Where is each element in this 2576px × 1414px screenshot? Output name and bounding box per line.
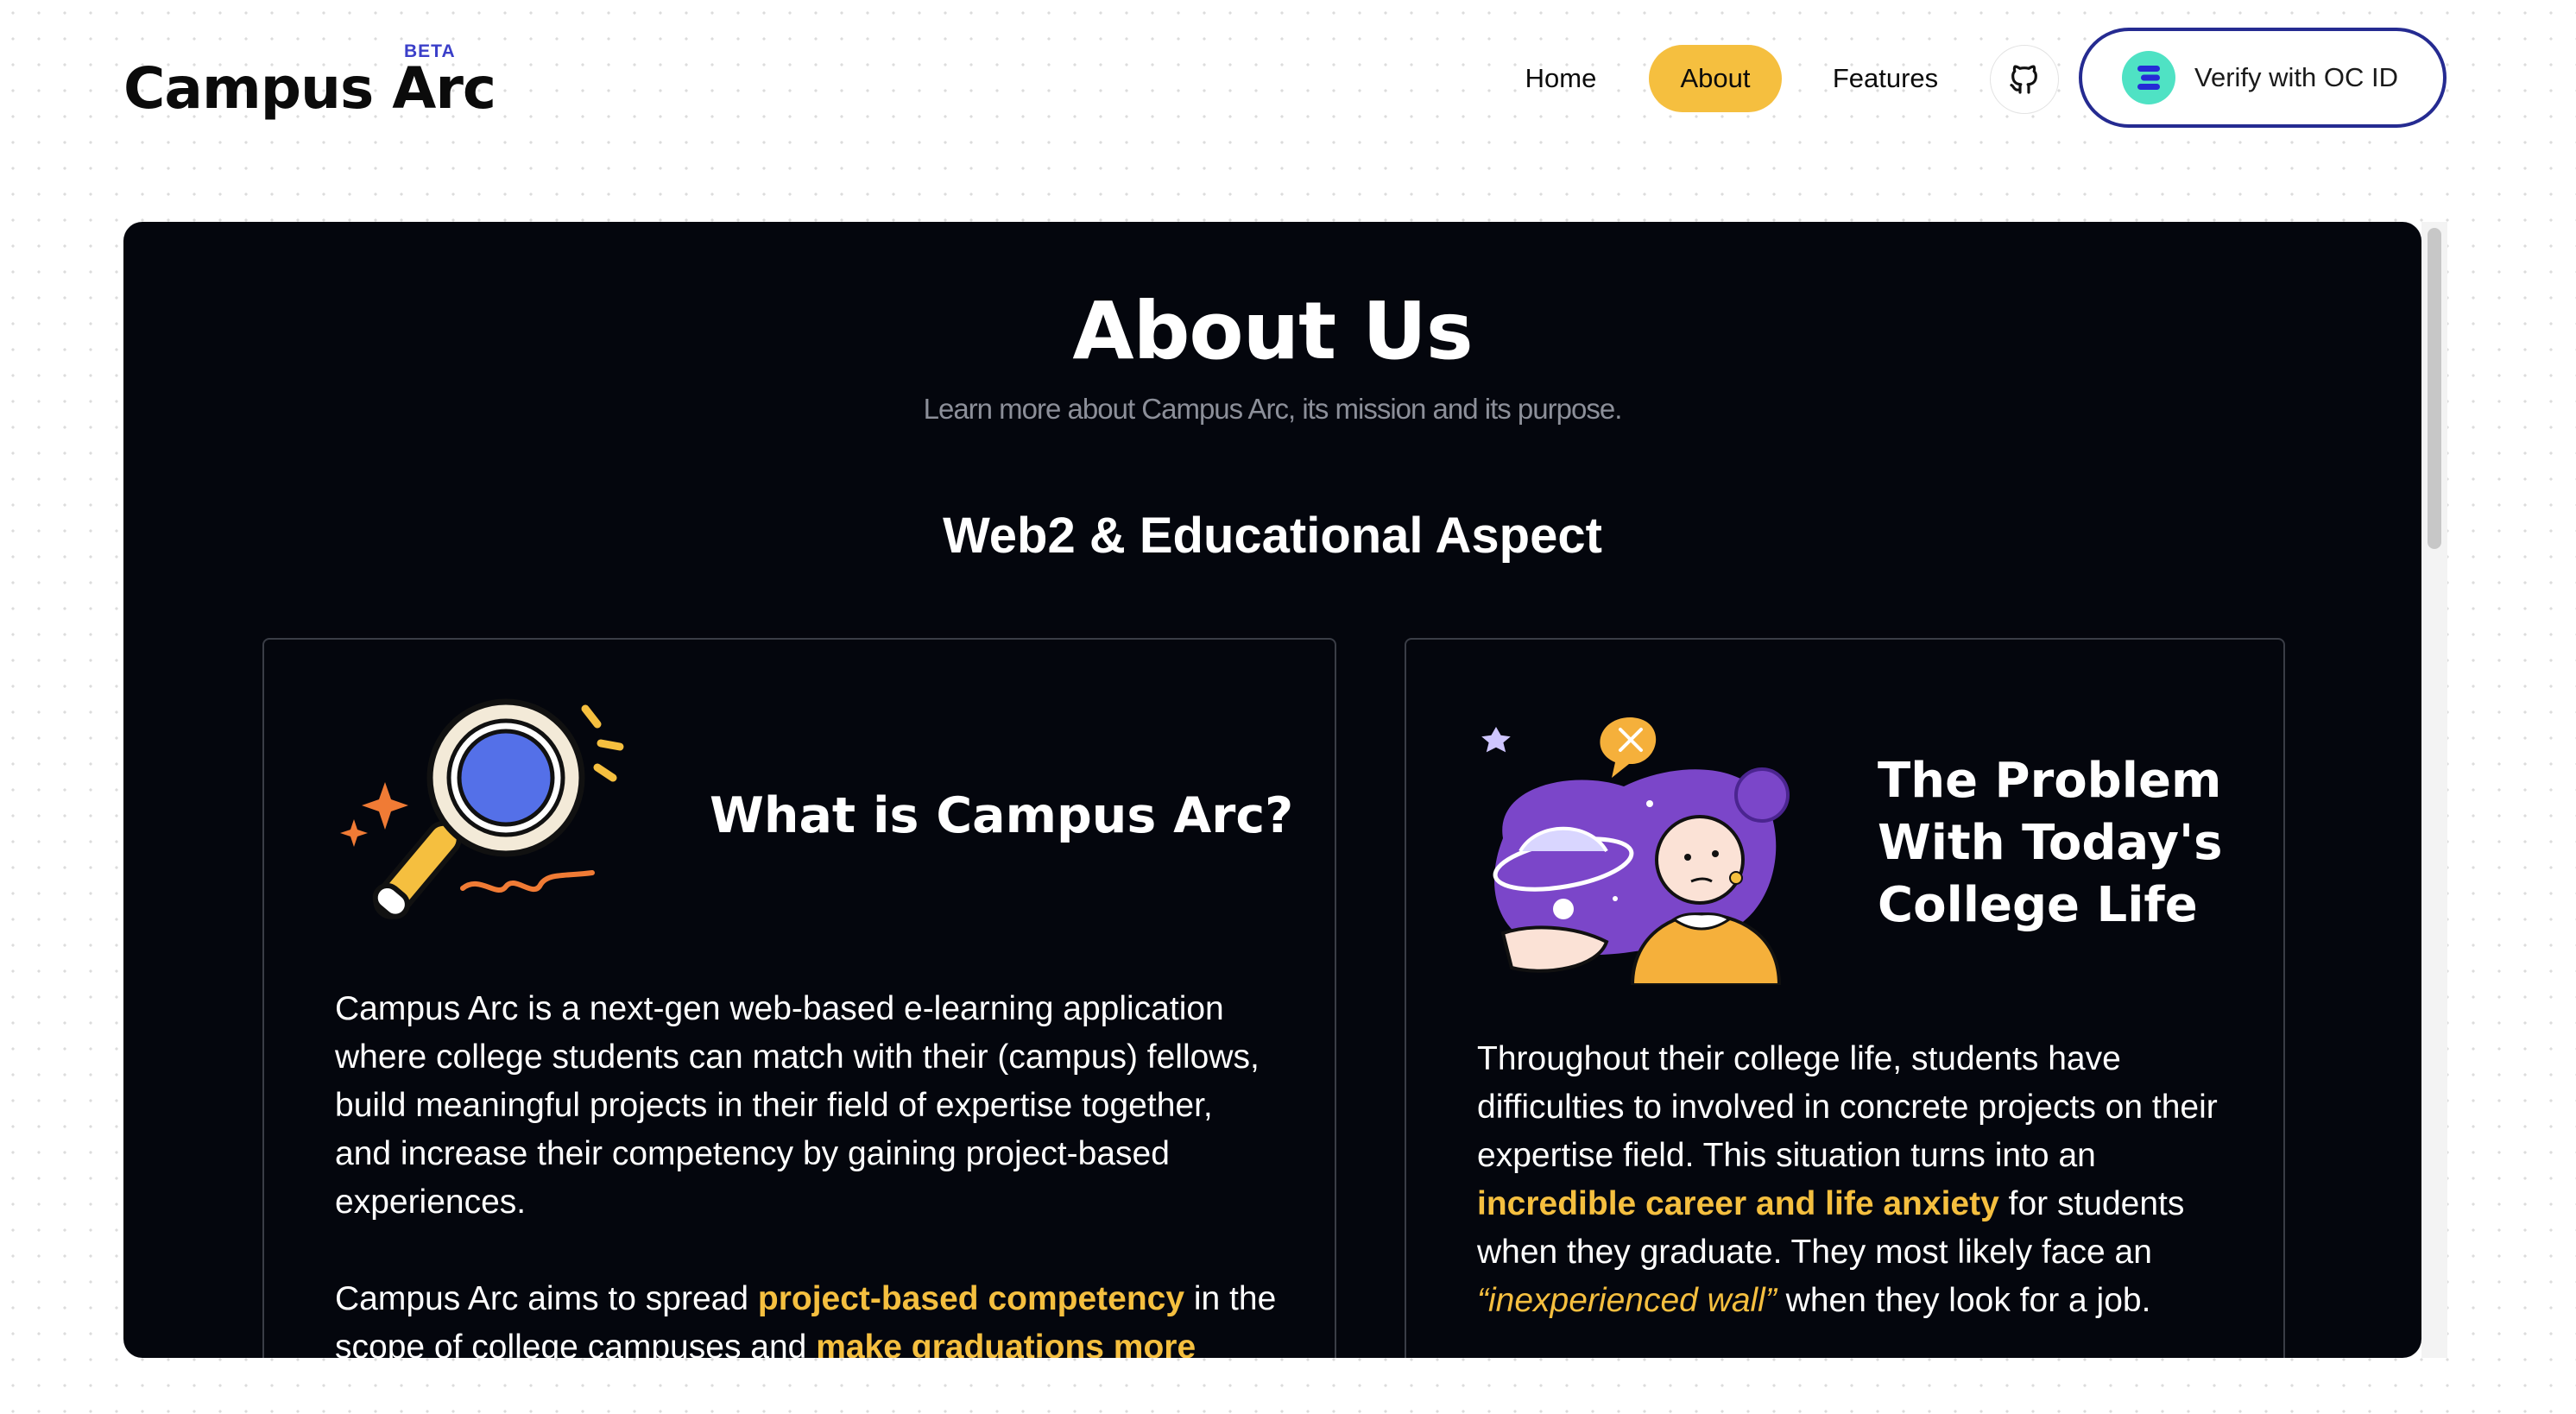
card-right-heading: The Problem With Today's College Life [1878, 753, 2223, 933]
campus-arc-logo[interactable]: Campus Arc BETA [123, 41, 496, 126]
nav-features[interactable]: Features [1811, 45, 1960, 112]
verify-oc-id-button[interactable]: Verify with OC ID [2079, 28, 2447, 128]
highlight-make-graduations: make graduations more [816, 1329, 1196, 1358]
anxious-student-illustration [1481, 717, 1790, 985]
card-left-paragraph-2: Campus Arc aims to spread project-based … [335, 1275, 1285, 1358]
nav-home[interactable]: Home [1496, 45, 1626, 112]
verify-label: Verify with OC ID [2194, 62, 2398, 92]
magnifying-glass-illustration [340, 698, 624, 919]
scrollbar-thumb[interactable] [2428, 228, 2441, 549]
section-title: Web2 & Educational Aspect [943, 508, 1602, 564]
nav-about[interactable]: About [1649, 45, 1782, 112]
card-what-is-campus-arc: What is Campus Arc? Campus Arc is a next… [262, 638, 1336, 1358]
github-button[interactable] [1990, 45, 2059, 114]
highlight-inexperienced-wall: “inexperienced wall” [1477, 1282, 1777, 1319]
about-panel: About Us Learn more about Campus Arc, it… [123, 222, 2421, 1358]
card-left-paragraph-1: Campus Arc is a next-gen web-based e-lea… [335, 990, 1260, 1221]
beta-badge: BETA [404, 41, 456, 61]
highlight-project-based-competency: project-based competency [757, 1280, 1185, 1317]
card-problem-college-life: The Problem With Today's College Life Th… [1405, 638, 2285, 1358]
card-right-paragraph: Throughout their college life, students … [1477, 1040, 2218, 1319]
oc-id-icon [2122, 51, 2175, 104]
page-subtitle: Learn more about Campus Arc, its mission… [923, 393, 1623, 425]
logo-text: Campus Arc [123, 55, 496, 122]
card-left-heading: What is Campus Arc? [710, 787, 1294, 844]
highlight-career-anxiety: incredible career and life anxiety [1477, 1185, 1999, 1222]
github-icon [2010, 65, 2037, 94]
page-title: About Us [1072, 285, 1473, 377]
